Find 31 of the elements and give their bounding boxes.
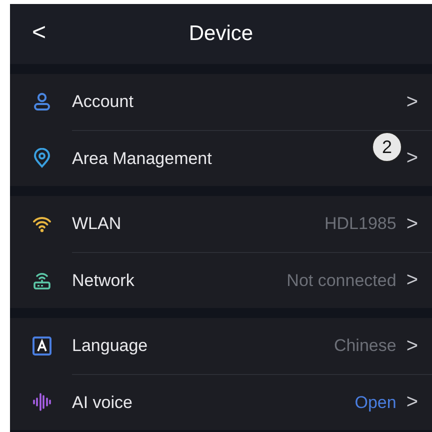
back-button[interactable]: <: [28, 18, 50, 48]
settings-row[interactable]: Language Chinese >: [10, 318, 432, 374]
row-label: Account: [72, 92, 134, 112]
row-value: HDL1985: [324, 214, 396, 234]
chevron: >: [406, 90, 418, 114]
row-label: AI voice: [72, 392, 134, 412]
row-label: WLAN: [72, 214, 122, 234]
callout-number: 2: [372, 132, 402, 162]
sound-wave-icon: [32, 392, 52, 412]
settings-row[interactable]: WLAN HDL1985 >: [10, 196, 432, 252]
settings-row[interactable]: Area Management > 2: [10, 130, 432, 186]
settings-row[interactable]: Network Not connected >: [10, 252, 432, 308]
row-label: Network: [72, 270, 136, 290]
person-icon: [32, 92, 52, 112]
settings-row[interactable]: Account >: [10, 74, 432, 130]
chevron: >: [406, 334, 418, 358]
chevron: >: [406, 147, 418, 170]
row-value: Not connected: [286, 270, 396, 290]
page-title: Device: [188, 22, 254, 46]
row-label: Language: [72, 336, 149, 356]
row-value: Chinese: [334, 336, 396, 356]
location-pin-icon: [32, 148, 52, 168]
settings-row[interactable]: AI voice Open >: [10, 374, 432, 430]
chevron: >: [406, 391, 418, 414]
chevron: >: [406, 269, 418, 292]
row-label: Area Management: [72, 148, 213, 168]
letter-icon: [32, 336, 52, 356]
router-icon: [32, 270, 52, 290]
chevron: >: [406, 212, 418, 236]
wifi-icon: [32, 214, 52, 234]
row-value: Open: [354, 392, 396, 412]
